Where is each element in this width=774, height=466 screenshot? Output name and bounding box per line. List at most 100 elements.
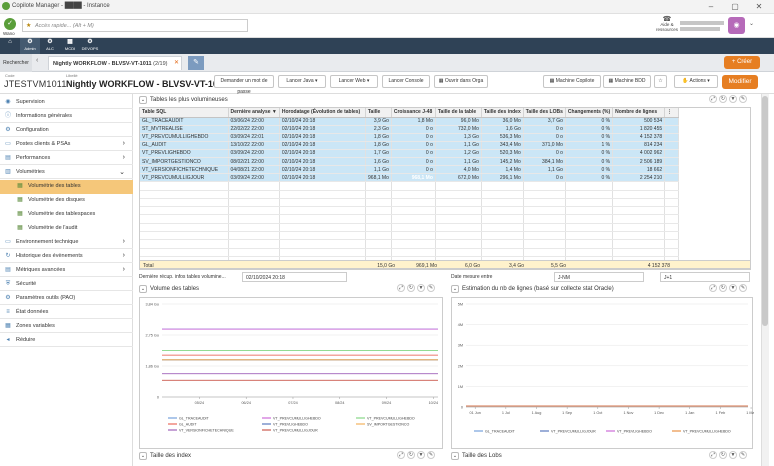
refresh-icon[interactable]: ↻ bbox=[719, 451, 727, 459]
btn-lancer-java[interactable]: Lancer Java ▾ bbox=[278, 75, 326, 88]
minimize-button[interactable]: – bbox=[702, 1, 720, 12]
expand-icon[interactable]: ⤢ bbox=[709, 95, 717, 103]
table-row[interactable]: VT_PREVLIGHEBDO 03/09/24 22:00 02/10/24 20… bbox=[140, 149, 680, 158]
sidebar-item-postes-clients-psas[interactable]: ▭ Postes clients & PSAs › bbox=[0, 138, 133, 151]
column-menu-icon[interactable]: ⋮ bbox=[664, 108, 680, 118]
edit-icon[interactable]: ✎ bbox=[739, 284, 747, 292]
expand-icon[interactable]: ⤢ bbox=[709, 451, 717, 459]
col-header[interactable]: Taille des LOBs bbox=[523, 108, 566, 118]
sidebar-item-volum-trie-de-l-audit[interactable]: ▦ Volumétrie de l'audit bbox=[0, 222, 133, 236]
table-row[interactable]: GL_TRACEAUDIT 03/06/24 22:00 02/10/24 20:1… bbox=[140, 117, 680, 126]
sidebar-item-performances[interactable]: ▤ Performances › bbox=[0, 152, 133, 165]
help-button[interactable]: ☎ Aide & ressources bbox=[656, 16, 678, 32]
col-header[interactable]: Table SQL bbox=[140, 108, 229, 118]
btn-lancer-web[interactable]: Lancer Web ▾ bbox=[330, 75, 378, 88]
sidebar-item-supervision[interactable]: ◉ Supervision bbox=[0, 96, 133, 109]
quick-search-input[interactable]: ★ Accès rapide... (Alt + M) bbox=[22, 19, 248, 32]
table-row[interactable]: ST_MVTREALISE 22/02/22 22:00 02/10/24 20:1… bbox=[140, 125, 680, 134]
nav-alc[interactable]: ⚙ ALC bbox=[40, 38, 60, 54]
date-from-field[interactable]: J-NM bbox=[554, 272, 644, 282]
col-header[interactable]: Nombre de lignes bbox=[612, 108, 666, 118]
refresh-icon[interactable]: ↻ bbox=[407, 451, 415, 459]
edit-icon[interactable]: ✎ bbox=[739, 95, 747, 103]
edit-icon[interactable]: ✎ bbox=[739, 451, 747, 459]
sidebar-item-m-triques-avanc-es[interactable]: ▤ Métriques avancées › bbox=[0, 264, 133, 277]
search-button[interactable]: Rechercher bbox=[0, 54, 32, 72]
nav-mcdi[interactable]: ▦ MCDI bbox=[60, 38, 80, 54]
table-row[interactable]: SV_IMPORTGESTIONCO 08/02/21 22:00 02/10/24… bbox=[140, 157, 680, 167]
col-header[interactable]: Horodatage (Évolution de tables) bbox=[279, 108, 366, 118]
modify-button[interactable]: Modifier bbox=[722, 75, 758, 89]
refresh-icon[interactable]: ↻ bbox=[719, 284, 727, 292]
expand-icon[interactable]: ⤢ bbox=[397, 284, 405, 292]
sidebar-item-volum-trie-des-disques[interactable]: ▦ Volumétrie des disques bbox=[0, 194, 133, 208]
btn-machine-bdd[interactable]: ▦ Machine BDD bbox=[603, 75, 651, 88]
sidebar-item-s-curit-[interactable]: ⛨ Sécurité bbox=[0, 278, 133, 291]
brand-logo-icon[interactable]: ✓ bbox=[4, 18, 16, 30]
btn-demander-un-mot-de-passe[interactable]: Demander un mot de passe bbox=[214, 75, 274, 95]
table-row[interactable]: VT_PREVCUMULLIGHEBDO 03/09/24 22:01 02/10/… bbox=[140, 133, 680, 142]
col-header[interactable]: Taille bbox=[365, 108, 392, 118]
date-to-field[interactable]: J+1 bbox=[660, 272, 750, 282]
filter-icon[interactable]: ▼ bbox=[729, 451, 737, 459]
favorite-star-icon[interactable]: ☆ bbox=[654, 75, 667, 88]
collapse-icon[interactable]: ⌄ bbox=[451, 285, 459, 293]
sidebar-item-historique-des-v-nements[interactable]: ↻ Historique des évènements › bbox=[0, 250, 133, 263]
col-header[interactable]: Dernière analyse ▼ bbox=[228, 108, 280, 118]
sidebar-icon: ▦ bbox=[17, 197, 23, 203]
sidebar-item-volum-trie-des-tablespaces[interactable]: ▦ Volumétrie des tablespaces bbox=[0, 208, 133, 222]
filter-icon[interactable]: ▼ bbox=[729, 284, 737, 292]
sidebar-item-volum-trie-des-tables[interactable]: ▦ Volumétrie des tables bbox=[0, 180, 133, 194]
user-menu-chevron-icon[interactable]: ⌄ bbox=[749, 20, 754, 27]
nav-devops[interactable]: ⚙ DEVOPS bbox=[80, 38, 100, 54]
sidebar-item-zones-variables[interactable]: ▦ Zones variables bbox=[0, 320, 133, 333]
col-header[interactable]: Changements (%) bbox=[565, 108, 614, 118]
scrollbar-thumb[interactable] bbox=[762, 96, 768, 326]
btn-actions[interactable]: ✋ Actions ▾ bbox=[674, 75, 718, 88]
table-row[interactable]: VT_PREVCUMULLIGJOUR 03/09/24 22:00 02/10/2… bbox=[140, 173, 680, 183]
col-header[interactable]: Taille de la table bbox=[435, 108, 482, 118]
table-row[interactable]: VT_VERSIONFICHETECHNIQUE 04/08/21 22:00 02… bbox=[140, 165, 680, 175]
last-refresh-field[interactable]: 02/10/2024 20:18 bbox=[242, 272, 347, 282]
tables-panel-header: ⌄ Tables les plus volumineuses bbox=[139, 96, 228, 104]
sidebar-item--tat-donn-es[interactable]: ≡ État données bbox=[0, 306, 133, 319]
sidebar-item-configuration[interactable]: ⚙ Configuration bbox=[0, 124, 133, 137]
filter-icon[interactable]: ▼ bbox=[729, 95, 737, 103]
sidebar-item-param-tres-outils-pao-[interactable]: ⚙ Paramètres outils (PAO) bbox=[0, 292, 133, 305]
btn-ouvrir-dans-orga[interactable]: ▦ Ouvrir dans Orga bbox=[434, 75, 488, 88]
nav-admin[interactable]: ⚙ Admin bbox=[20, 38, 40, 54]
filter-icon[interactable]: ▼ bbox=[417, 284, 425, 292]
sidebar-item-r-duire[interactable]: ◂ Réduire bbox=[0, 334, 133, 347]
collapse-icon[interactable]: ⌄ bbox=[451, 452, 459, 460]
refresh-icon[interactable]: ↻ bbox=[407, 284, 415, 292]
expand-icon[interactable]: ⤢ bbox=[709, 284, 717, 292]
avatar[interactable]: ◉ bbox=[728, 17, 745, 34]
filter-icon[interactable]: ▼ bbox=[417, 451, 425, 459]
refresh-icon[interactable]: ↻ bbox=[719, 95, 727, 103]
expand-icon[interactable]: ⤢ bbox=[397, 451, 405, 459]
collapse-icon[interactable]: ⌄ bbox=[139, 285, 147, 293]
tab-nightly-workflow[interactable]: Nightly WORKFLOW - BLVSV-VT-1011 (2/19) bbox=[48, 56, 182, 70]
tab-close-icon[interactable]: ✕ bbox=[174, 59, 179, 66]
window-titlebar: Copilote Manager - ████ - Instance – ▢ ✕ bbox=[0, 0, 774, 14]
edit-icon[interactable]: ✎ bbox=[427, 451, 435, 459]
btn-machine-copilote[interactable]: ▦ Machine Copilote bbox=[543, 75, 601, 88]
close-window-button[interactable]: ✕ bbox=[750, 1, 768, 12]
sidebar-item-volum-tries[interactable]: ▥ Volumétries ⌄ bbox=[0, 166, 133, 179]
table-cell bbox=[140, 181, 229, 191]
sidebar-item-environnement-technique[interactable]: ▭ Environnement technique › bbox=[0, 236, 133, 249]
table-row[interactable]: GL_AUDIT 13/10/22 22:00 02/10/24 20:18 1,8 … bbox=[140, 141, 680, 150]
tab-prev-icon[interactable]: ‹ bbox=[36, 57, 38, 64]
col-header[interactable]: Croissance J-48 bbox=[391, 108, 436, 118]
table-cell bbox=[612, 190, 666, 199]
create-button[interactable]: + Créer bbox=[724, 56, 760, 69]
sidebar-item-informations-g-n-rales[interactable]: ⓘ Informations générales bbox=[0, 110, 133, 123]
btn-lancer-console[interactable]: Lancer Console bbox=[382, 75, 430, 88]
col-header[interactable]: Taille des index bbox=[481, 108, 524, 118]
collapse-icon[interactable]: ⌄ bbox=[139, 452, 147, 460]
collapse-icon[interactable]: ⌄ bbox=[139, 96, 147, 104]
edit-icon[interactable]: ✎ bbox=[427, 284, 435, 292]
nav-accueil[interactable]: ⌂ bbox=[0, 38, 20, 54]
maximize-button[interactable]: ▢ bbox=[726, 1, 744, 12]
new-tab-icon[interactable]: ✎ bbox=[188, 56, 204, 70]
